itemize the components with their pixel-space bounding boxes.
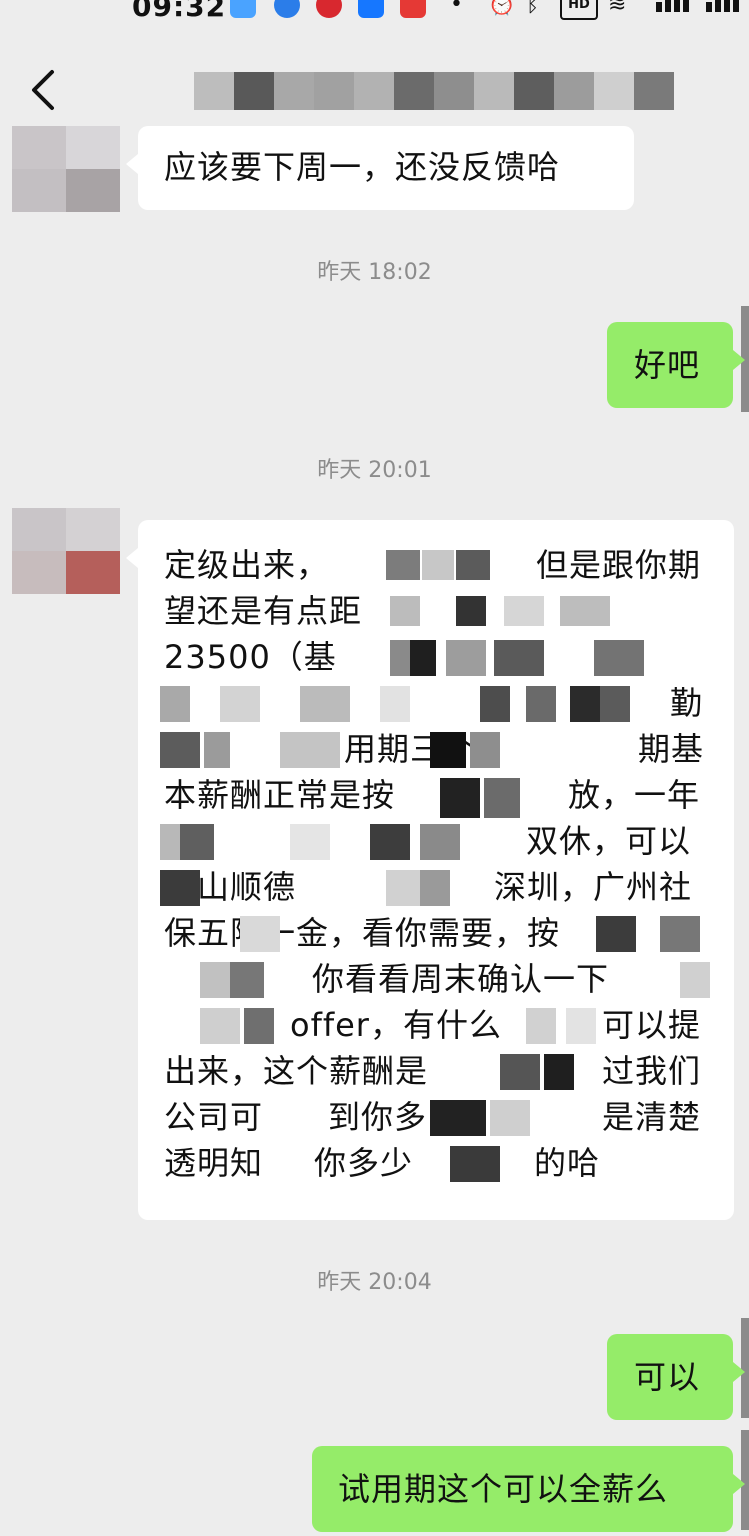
avatar[interactable]: [12, 126, 120, 212]
message-bubble-incoming[interactable]: 定级出来， 望还是有点距 23500（基 本薪酬正常是按 薪， 佛山顺德 保五险…: [126, 520, 734, 1220]
news-icon: [400, 0, 426, 18]
bluetooth-icon: ᛒ: [526, 0, 540, 17]
timestamp: 昨天 20:01: [317, 458, 432, 483]
app-icon: [274, 0, 300, 18]
message-fragment: 勤: [670, 684, 704, 722]
message-fragment: 深圳，广州社: [494, 868, 693, 906]
wifi-icon: ≋: [608, 0, 627, 17]
message-fragment: 是清楚: [602, 1098, 702, 1136]
message-fragment: 你看看周末确认一下: [312, 960, 610, 998]
message-bubble-outgoing[interactable]: 试用期这个可以全薪么: [312, 1446, 745, 1532]
message-text: 好吧: [634, 346, 701, 384]
message-bubble-outgoing[interactable]: 好吧: [607, 322, 745, 408]
timestamp: 昨天 20:04: [317, 1270, 432, 1295]
message-text: 可以: [634, 1358, 701, 1396]
signal-icon: [656, 0, 689, 12]
avatar[interactable]: [12, 508, 120, 594]
message-fragment: 可以提: [602, 1006, 702, 1044]
timestamp: 昨天 18:02: [317, 260, 432, 285]
message-fragment: 放，一年: [568, 776, 701, 814]
status-time: 09:32: [132, 0, 227, 23]
status-bar: 09:32 • ⏰ ᛒ HD ≋: [0, 0, 749, 23]
message-bubble-outgoing[interactable]: 可以: [607, 1334, 745, 1420]
nav-bar: [0, 50, 749, 130]
message-bubble-incoming[interactable]: 应该要下周一，还没反馈哈: [126, 126, 634, 210]
message-text: 试用期这个可以全薪么: [338, 1470, 669, 1508]
weather-icon: [230, 0, 256, 18]
message-fragment: 双休，可以: [526, 822, 692, 860]
message-fragment: offer，有什么: [290, 1006, 502, 1044]
alarm-icon: ⏰: [488, 0, 516, 17]
alipay-icon: [358, 0, 384, 18]
message-fragment: 过我们: [602, 1052, 702, 1090]
contact-name-blurred: [194, 72, 674, 110]
chevron-left-icon[interactable]: [26, 68, 66, 112]
more-dot-icon: •: [450, 0, 463, 17]
hd-badge: HD: [560, 0, 598, 20]
message-fragment: 但是跟你期: [536, 546, 702, 584]
message-fragment: 用期三个: [344, 730, 477, 768]
message-fragment: 你多少: [314, 1144, 414, 1182]
app-icon: [316, 0, 342, 18]
message-text: 应该要下周一，还没反馈哈: [164, 148, 561, 186]
signal-icon: [706, 0, 739, 12]
message-fragment: 期基: [638, 730, 705, 768]
message-fragment: 的哈: [534, 1144, 601, 1182]
message-fragment: 到你多: [328, 1098, 428, 1136]
